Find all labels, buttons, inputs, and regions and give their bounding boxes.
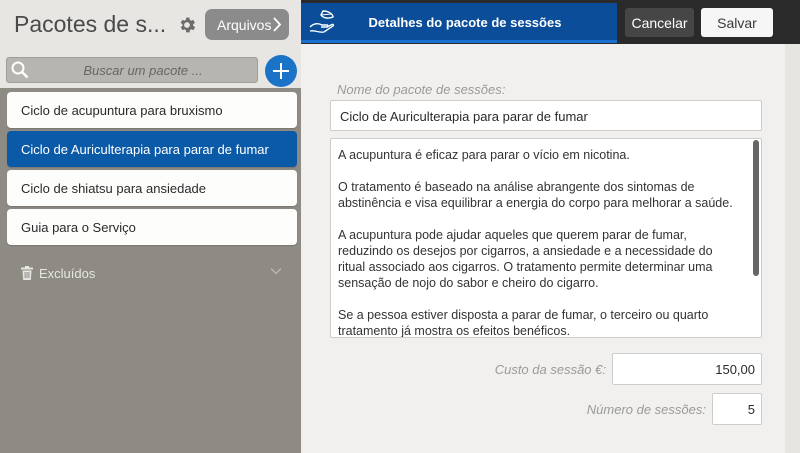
description-field[interactable]: A acupuntura é eficaz para parar o vício…	[330, 138, 762, 338]
search-box[interactable]	[6, 57, 258, 83]
add-package-button[interactable]	[265, 55, 297, 87]
sidebar-header: Pacotes de s... Arquivos	[0, 0, 301, 52]
search-row	[0, 52, 301, 88]
right-edge	[785, 44, 800, 453]
chevron-right-icon	[273, 17, 282, 32]
archive-button-label: Arquivos	[217, 16, 272, 33]
package-list: Ciclo de acupuntura para bruxismo Ciclo …	[7, 92, 297, 248]
list-item-label: Ciclo de Auriculterapia para parar de fu…	[21, 141, 269, 157]
page-title: Detalhes do pacote de sessões	[368, 15, 562, 30]
count-field[interactable]: 5	[712, 393, 762, 425]
description-paragraph: A acupuntura é eficaz para parar o vício…	[338, 148, 630, 162]
search-input[interactable]	[33, 60, 253, 80]
count-label: Número de sessões:	[586, 402, 706, 417]
name-label: Nome do pacote de sessões:	[337, 82, 506, 97]
gear-icon[interactable]	[177, 15, 197, 35]
description-paragraph: Se a pessoa estiver disposta a parar de …	[338, 308, 709, 338]
list-item-label: Guia para o Serviço	[21, 219, 136, 235]
price-field[interactable]: 150,00	[612, 353, 762, 385]
search-icon	[11, 61, 29, 79]
trash-icon	[21, 266, 33, 280]
deleted-section[interactable]: Excluídos	[20, 262, 282, 284]
list-item[interactable]: Ciclo de acupuntura para bruxismo	[7, 92, 297, 128]
list-item-label: Ciclo de shiatsu para ansiedade	[21, 180, 207, 196]
description-paragraph: O tratamento é baseado na análise abrang…	[338, 180, 733, 210]
save-button[interactable]: Salvar	[701, 8, 773, 37]
list-item-selected[interactable]: Ciclo de Auriculterapia para parar de fu…	[7, 131, 297, 167]
description-scrollbar[interactable]	[753, 140, 759, 276]
description-paragraph: A acupuntura pode ajudar aqueles que que…	[338, 228, 713, 290]
sidebar: Pacotes de s... Arquivos Ciclo de acupun…	[0, 0, 301, 453]
chevron-down-icon	[270, 267, 282, 275]
list-item-label: Ciclo de acupuntura para bruxismo	[21, 102, 223, 118]
sidebar-title: Pacotes de s...	[14, 11, 167, 37]
header-title-box: Detalhes do pacote de sessões	[301, 3, 617, 43]
cancel-button[interactable]: Cancelar	[625, 8, 694, 37]
name-field[interactable]: Ciclo de Auriculterapia para parar de fu…	[330, 100, 762, 131]
list-item[interactable]: Ciclo de shiatsu para ansiedade	[7, 170, 297, 206]
price-label: Custo da sessão €:	[494, 362, 606, 377]
deleted-label: Excluídos	[39, 265, 96, 281]
archive-button[interactable]: Arquivos	[205, 9, 289, 40]
list-item[interactable]: Guia para o Serviço	[7, 209, 297, 245]
